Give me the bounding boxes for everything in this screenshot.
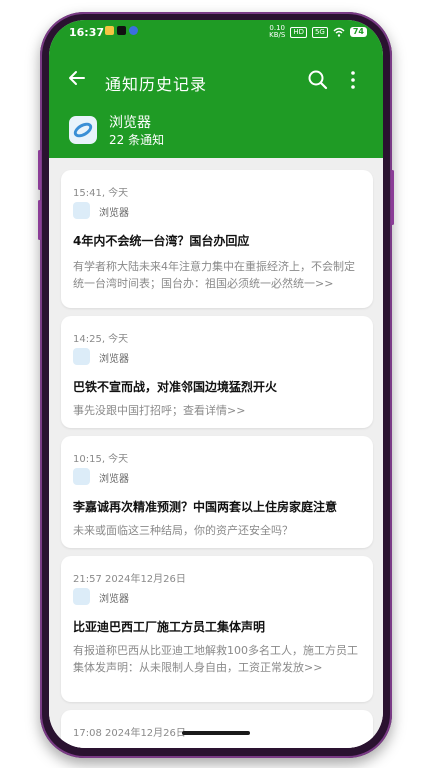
app-name: 浏览器 <box>109 115 151 131</box>
browser-icon <box>73 202 90 219</box>
notification-card[interactable]: 17:08 2024年12月26日 <box>61 710 373 748</box>
power-button <box>391 170 394 225</box>
status-notification-icons <box>105 26 138 35</box>
home-indicator[interactable] <box>182 731 250 735</box>
notification-body: 事先没跟中国打招呼；查看详情>> <box>73 404 246 417</box>
status-bar: 16:37 0.10 KB/S HD 5G 74 <box>49 20 383 44</box>
browser-icon <box>73 468 90 485</box>
notification-source: 浏览器 <box>99 474 129 485</box>
more-vert-icon[interactable] <box>347 69 359 91</box>
notification-body: 未来或面临这三种结局，你的资产还安全吗？ <box>73 524 293 537</box>
notification-time: 17:08 2024年12月26日 <box>73 728 186 739</box>
net-speed: 0.10 KB/S <box>269 25 285 39</box>
notification-source: 浏览器 <box>99 354 129 365</box>
notification-card[interactable]: 14:25, 今天 浏览器 巴铁不宣而战，对准邻国边境猛烈开火 事先没跟中国打招… <box>61 316 373 428</box>
page-title: 通知历史记录 <box>105 75 208 94</box>
notification-card[interactable]: 21:57 2024年12月26日 浏览器 比亚迪巴西工厂施工方员工集体声明 有… <box>61 556 373 702</box>
notification-title: 比亚迪巴西工厂施工方员工集体声明 <box>73 620 266 634</box>
back-arrow-icon[interactable] <box>67 68 87 88</box>
notification-card[interactable]: 10:15, 今天 浏览器 李嘉诚再次精准预测？中国两套以上住房家庭注意 未来或… <box>61 436 373 548</box>
tiktok-icon <box>117 26 126 35</box>
notification-title: 李嘉诚再次精准预测？中国两套以上住房家庭注意 <box>73 500 338 514</box>
hd-badge: HD <box>290 26 307 38</box>
browser-icon <box>73 588 90 605</box>
search-icon[interactable] <box>307 69 329 91</box>
notification-time: 14:25, 今天 <box>73 334 129 345</box>
browser-app-icon <box>69 116 97 144</box>
wifi-icon <box>333 27 345 37</box>
toolbar: 通知历史记录 <box>49 64 383 98</box>
notification-card[interactable]: 15:41, 今天 浏览器 4年内不会统一台湾？国台办回应 有学者称大陆未来4年… <box>61 170 373 308</box>
status-right: 0.10 KB/S HD 5G 74 <box>269 25 367 39</box>
side-button <box>38 200 41 240</box>
battery-indicator: 74 <box>349 27 367 37</box>
notes-icon <box>105 26 114 35</box>
browser-icon <box>73 348 90 365</box>
signal-5g: 5G <box>311 26 328 38</box>
notification-body: 有学者称大陆未来4年注意力集中在重振经济上，不会制定统一台湾时间表；国台办：祖国… <box>73 260 355 290</box>
notification-source: 浏览器 <box>99 208 129 219</box>
notification-source: 浏览器 <box>99 594 129 605</box>
net-speed-unit: KB/S <box>269 31 286 39</box>
notification-list: 15:41, 今天 浏览器 4年内不会统一台湾？国台办回应 有学者称大陆未来4年… <box>49 158 383 748</box>
status-time: 16:37 <box>69 26 105 39</box>
notification-time: 15:41, 今天 <box>73 188 129 199</box>
side-button <box>38 150 41 190</box>
notification-count: 22 条通知 <box>109 133 165 147</box>
notification-time: 10:15, 今天 <box>73 454 129 465</box>
notification-title: 巴铁不宣而战，对准邻国边境猛烈开火 <box>73 380 278 394</box>
screen: 16:37 0.10 KB/S HD 5G 74 通知历史记录 浏览器 22 条… <box>49 20 383 748</box>
notification-time: 21:57 2024年12月26日 <box>73 574 186 585</box>
baidu-icon <box>129 26 138 35</box>
notification-title: 4年内不会统一台湾？国台办回应 <box>73 234 250 248</box>
app-header: 16:37 0.10 KB/S HD 5G 74 通知历史记录 浏览器 22 条… <box>49 20 383 158</box>
notification-body: 有报道称巴西从比亚迪工地解救100多名工人，施工方员工集体发声明：从未限制人身自… <box>73 644 358 674</box>
